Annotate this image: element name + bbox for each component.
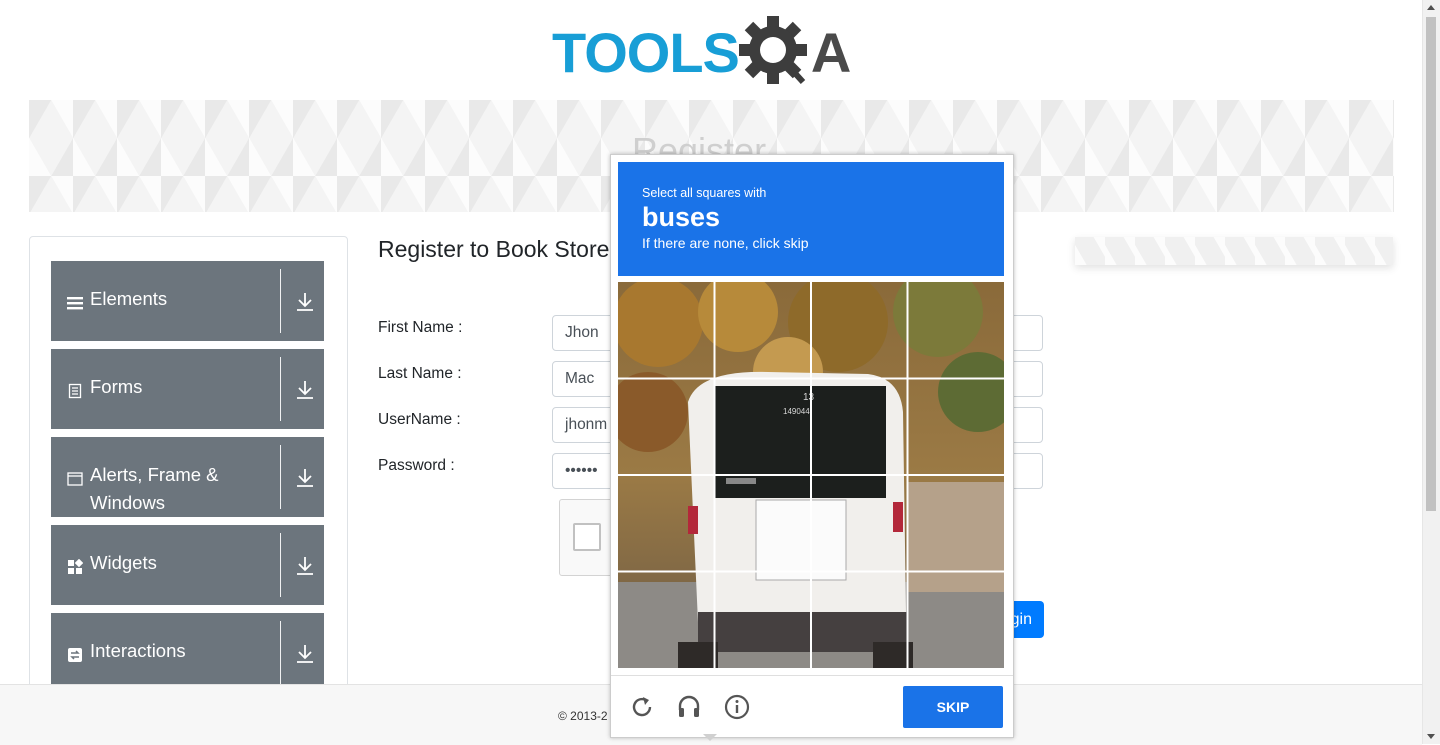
captcha-hint: If there are none, click skip — [642, 235, 809, 251]
captcha-tile[interactable] — [618, 476, 713, 571]
captcha-tile[interactable] — [909, 573, 1004, 668]
divider — [280, 445, 281, 509]
logo-text-a: A — [810, 21, 851, 84]
captcha-challenge: Select all squares with buses If there a… — [610, 154, 1014, 738]
captcha-tile[interactable] — [812, 379, 907, 474]
sidebar-group-label: Widgets — [90, 552, 157, 573]
sidebar: Elements Forms Alerts, Frame & Windows W… — [29, 236, 348, 698]
copyright-text: © 2013-2 — [558, 709, 608, 723]
first-name-label: First Name : — [378, 319, 463, 336]
captcha-tile[interactable] — [909, 379, 1004, 474]
sidebar-group-interactions[interactable]: Interactions — [51, 613, 324, 693]
captcha-tile[interactable] — [715, 282, 810, 377]
captcha-tile[interactable] — [812, 573, 907, 668]
password-label: Password : — [378, 457, 455, 474]
widgets-icon — [68, 559, 83, 574]
ad-banner — [1075, 237, 1393, 265]
download-icon[interactable] — [295, 467, 315, 489]
scroll-up-arrow[interactable] — [1427, 5, 1435, 10]
captcha-tile[interactable] — [909, 282, 1004, 377]
menu-icon — [67, 297, 83, 310]
sidebar-group-widgets[interactable]: Widgets — [51, 525, 324, 605]
captcha-tile[interactable] — [618, 573, 713, 668]
scroll-down-arrow[interactable] — [1427, 734, 1435, 739]
sidebar-group-label: Alerts, Frame & Windows — [90, 464, 219, 513]
recaptcha-checkbox[interactable] — [573, 523, 601, 551]
username-label: UserName : — [378, 411, 461, 428]
captcha-tile[interactable] — [715, 573, 810, 668]
captcha-tile[interactable] — [618, 282, 713, 377]
sidebar-group-forms[interactable]: Forms — [51, 349, 324, 429]
sidebar-group-label: Elements — [90, 288, 168, 309]
info-icon[interactable] — [723, 693, 751, 721]
last-name-label: Last Name : — [378, 365, 462, 382]
download-icon[interactable] — [295, 555, 315, 577]
divider — [280, 269, 281, 333]
captcha-image-grid: 13 149044 — [618, 282, 1004, 668]
sidebar-group-label: Forms — [90, 376, 143, 397]
captcha-target: buses — [642, 202, 721, 232]
captcha-tile[interactable] — [715, 476, 810, 571]
captcha-instruction: Select all squares with — [642, 186, 767, 200]
audio-icon[interactable] — [675, 693, 703, 721]
scrollbar-thumb[interactable] — [1426, 17, 1436, 511]
sidebar-group-alerts[interactable]: Alerts, Frame & Windows — [51, 437, 324, 517]
gear-icon — [738, 16, 807, 85]
download-icon[interactable] — [295, 643, 315, 665]
captcha-tile[interactable] — [909, 476, 1004, 571]
captcha-tile[interactable] — [812, 282, 907, 377]
reload-icon[interactable] — [628, 693, 656, 721]
document-icon — [68, 383, 82, 399]
form-title: Register to Book Store — [378, 236, 610, 262]
captcha-header: Select all squares with buses If there a… — [618, 162, 1004, 276]
sidebar-group-label: Interactions — [90, 640, 186, 661]
captcha-footer: SKIP — [611, 675, 1013, 738]
captcha-pointer — [703, 734, 717, 741]
download-icon[interactable] — [295, 291, 315, 313]
divider — [280, 533, 281, 597]
sidebar-group-elements[interactable]: Elements — [51, 261, 324, 341]
toolsqa-logo[interactable]: TOOLS A — [552, 14, 878, 92]
download-icon[interactable] — [295, 379, 315, 401]
captcha-tiles — [618, 282, 1004, 668]
page-scrollbar[interactable] — [1422, 0, 1440, 744]
captcha-tile[interactable] — [715, 379, 810, 474]
divider — [280, 357, 281, 421]
window-icon — [67, 472, 83, 486]
interactions-icon — [68, 648, 82, 662]
divider — [280, 621, 281, 685]
captcha-tile[interactable] — [812, 476, 907, 571]
logo-text-tools: TOOLS — [552, 21, 740, 84]
skip-button[interactable]: SKIP — [903, 686, 1003, 728]
captcha-tile[interactable] — [618, 379, 713, 474]
